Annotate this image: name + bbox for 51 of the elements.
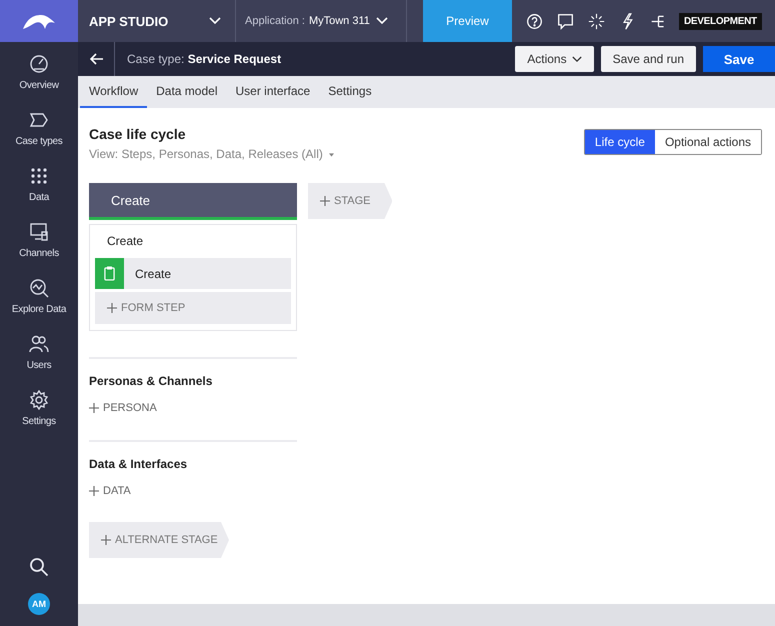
users-icon (29, 334, 49, 354)
sidebar-item[interactable]: Users (12, 334, 66, 371)
tab[interactable]: Settings (319, 76, 381, 108)
help-icon[interactable] (526, 12, 543, 30)
chevron-down-icon[interactable] (209, 17, 221, 25)
save-button[interactable]: Save (703, 46, 775, 72)
plus-icon (107, 303, 117, 313)
comment-icon[interactable] (557, 12, 574, 30)
plus-icon (101, 535, 111, 545)
section-heading: Data & Interfaces (89, 457, 188, 471)
sidebar-item[interactable]: Case types (12, 110, 66, 147)
sidebar-item[interactable]: Explore Data (12, 278, 66, 315)
explore-icon (29, 278, 49, 298)
sidebar-item[interactable]: Overview (12, 54, 66, 91)
section-heading: Personas & Channels (89, 374, 212, 388)
overview-icon (29, 54, 49, 74)
plus-icon (320, 196, 330, 206)
plus-icon (89, 403, 99, 413)
view-filter[interactable]: View: Steps, Personas, Data, Releases (All) (89, 147, 334, 161)
add-alternate-stage-button[interactable]: ALTERNATE STAGE (89, 522, 229, 558)
studio-title: APP STUDIO (89, 14, 170, 28)
data-icon (29, 166, 49, 186)
tab[interactable]: User interface (226, 76, 320, 108)
back-arrow-icon[interactable] (90, 53, 104, 65)
add-link[interactable]: PERSONA (89, 402, 157, 414)
process-name[interactable]: Create (95, 230, 291, 255)
clipboard-icon (95, 258, 124, 289)
sidebar-item[interactable]: Settings (12, 390, 66, 427)
plus-icon (89, 486, 99, 496)
bird-logo-icon (21, 13, 57, 29)
sidebar-item[interactable]: Data (12, 166, 66, 203)
actions-button[interactable]: Actions (515, 46, 594, 72)
dropdown-triangle-icon (329, 152, 334, 157)
chevron-down-icon (376, 17, 388, 25)
chevron-down-icon (572, 56, 582, 62)
toggle-option[interactable]: Life cycle (584, 130, 655, 154)
settings-icon (29, 390, 49, 410)
sparkle-icon[interactable] (588, 12, 605, 30)
save-and-run-button[interactable]: Save and run (600, 46, 696, 72)
tab[interactable]: Data model (147, 76, 226, 108)
stage-header[interactable]: Create (89, 183, 297, 220)
section-title: Case life cycle (89, 126, 187, 142)
search-icon[interactable] (29, 557, 49, 577)
add-link[interactable]: DATA (89, 485, 131, 497)
add-stage-button[interactable]: STAGE (308, 183, 392, 219)
add-form-step-button[interactable]: FORM STEP (95, 292, 291, 324)
channels-icon (29, 222, 49, 242)
environment-badge: DEVELOPMENT (679, 12, 762, 30)
logo-block[interactable] (0, 0, 78, 42)
sidebar-item[interactable]: Channels (12, 222, 66, 259)
step-row[interactable]: Create (95, 258, 291, 289)
